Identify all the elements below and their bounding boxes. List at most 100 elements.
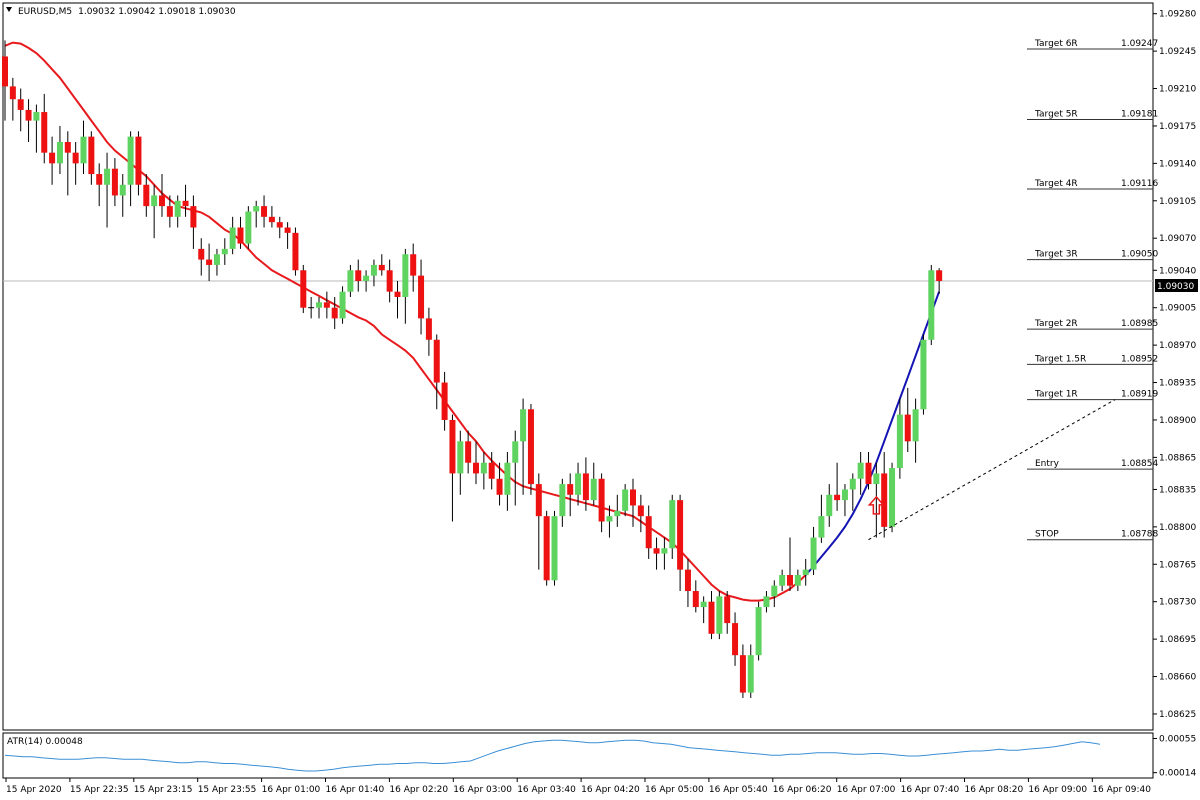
candle-bull (512, 441, 519, 463)
candle-bull (700, 601, 707, 608)
candle-bear (865, 462, 872, 485)
candle-bull (151, 195, 158, 207)
candle-bear (637, 505, 644, 517)
candle-bull (56, 141, 63, 164)
x-tick-label: 16 Apr 01:40 (326, 785, 385, 795)
candle-bull (213, 254, 220, 265)
x-tick-label: 16 Apr 03:00 (453, 785, 512, 795)
candle-bear (159, 195, 165, 207)
candle-bear (881, 473, 888, 527)
level-value: 1.08952 (1121, 354, 1158, 364)
candle-bear (386, 270, 393, 292)
x-axis-ticks: 15 Apr 2020 15 Apr 22:35 15 Apr 23:15 15 Ap… (5, 778, 1151, 795)
level-value: 1.09247 (1121, 39, 1158, 49)
candle-bull (174, 200, 181, 217)
candle-bull (669, 500, 676, 549)
candle-bear (567, 484, 574, 495)
x-tick-label: 16 Apr 09:00 (1028, 785, 1087, 795)
x-tick-label: 15 Apr 22:35 (70, 785, 129, 795)
candle-bull (245, 211, 252, 244)
candle-bear (2, 56, 8, 87)
candle-bull (80, 136, 87, 164)
y-tick-label: 1.08765 (1159, 560, 1196, 570)
level-label: Target 4R (1034, 179, 1078, 189)
candle-bull (802, 569, 809, 575)
candle-bull (716, 596, 723, 634)
candle-bull (661, 548, 668, 554)
candle-bear (394, 291, 401, 298)
candle-bear (677, 500, 684, 570)
x-tick-label: 16 Apr 07:00 (837, 785, 896, 795)
level-value: 1.08788 (1121, 530, 1158, 540)
candle-bull (559, 484, 566, 517)
candle-bear (276, 222, 283, 228)
y-tick-label: 1.08625 (1159, 710, 1196, 720)
candle-bull (747, 655, 754, 693)
y-tick-label: 1.09245 (1159, 47, 1196, 57)
candle-bear (284, 227, 291, 233)
candle-bear (198, 248, 205, 260)
candle-bear (708, 601, 715, 634)
level-value: 1.09050 (1121, 250, 1158, 260)
y-tick-label: 1.09070 (1159, 234, 1196, 244)
candle-bear (9, 86, 16, 100)
candle-bear (418, 275, 425, 319)
candle-bull (810, 537, 817, 570)
candle-bull (857, 462, 864, 479)
level-value: 1.09181 (1121, 110, 1158, 120)
candle-bear (449, 419, 456, 474)
candle-bull (575, 473, 582, 495)
candle-bear (25, 109, 32, 121)
atr-tick-label: 0.00055 (1159, 735, 1196, 745)
candle-bull (794, 574, 801, 586)
candle-bear (261, 206, 268, 217)
level-label: Target 5R (1034, 110, 1078, 120)
level-label: Target 3R (1034, 250, 1078, 260)
candle-bull (590, 478, 597, 501)
y-tick-label: 1.08800 (1159, 523, 1196, 533)
candle-bear (473, 462, 479, 474)
candle-bull (771, 585, 778, 597)
candle-bear (292, 232, 299, 271)
candle-bear (496, 478, 503, 495)
candle-bear (598, 478, 605, 522)
candle-bear (49, 152, 56, 164)
y-tick-label: 1.09140 (1159, 159, 1196, 169)
y-tick-label: 1.08935 (1159, 379, 1196, 389)
candle-bear (143, 184, 150, 207)
candle-bear (237, 227, 244, 244)
candle-bear (535, 484, 542, 517)
atr-tick-label: 0.00014 (1159, 769, 1196, 779)
x-tick-label: 16 Apr 06:20 (773, 785, 832, 795)
level-value: 1.08854 (1121, 459, 1158, 469)
chart-canvas[interactable]: EURUSD,M5 1.09032 1.09042 1.09018 1.09030… (0, 0, 1200, 800)
candle-bear (135, 136, 142, 185)
candle-bull (253, 206, 260, 212)
level-label: Entry (1035, 459, 1060, 469)
candle-bull (316, 302, 322, 308)
candle-bear (787, 574, 793, 586)
y-tick-label: 1.09105 (1159, 197, 1196, 207)
candle-bear (732, 623, 739, 656)
candle-bear (410, 254, 417, 276)
x-tick-label: 16 Apr 02:20 (389, 785, 448, 795)
candle-bear (904, 414, 911, 442)
candle-bear (17, 99, 24, 110)
candle-bull (755, 607, 762, 656)
x-tick-label: 16 Apr 08:20 (965, 785, 1024, 795)
level-label: Target 2R (1034, 319, 1078, 329)
candle-bear (166, 206, 173, 217)
atr-label: ATR(14) 0.00048 (7, 737, 83, 747)
x-tick-label: 16 Apr 05:40 (709, 785, 768, 795)
current-price-tag: 1.09030 (1157, 282, 1194, 292)
candle-bull (614, 510, 621, 517)
symbol-header: EURUSD,M5 1.09032 1.09042 1.09018 1.09030 (18, 7, 236, 17)
candle-bear (645, 516, 652, 549)
y-tick-label: 1.09040 (1159, 266, 1196, 276)
candle-bear (692, 591, 699, 608)
x-tick-label: 15 Apr 23:15 (134, 785, 193, 795)
candle-bull (127, 136, 134, 185)
candle-bull (873, 473, 880, 485)
y-tick-label: 1.08835 (1159, 485, 1196, 495)
y-tick-label: 1.08865 (1159, 453, 1196, 463)
